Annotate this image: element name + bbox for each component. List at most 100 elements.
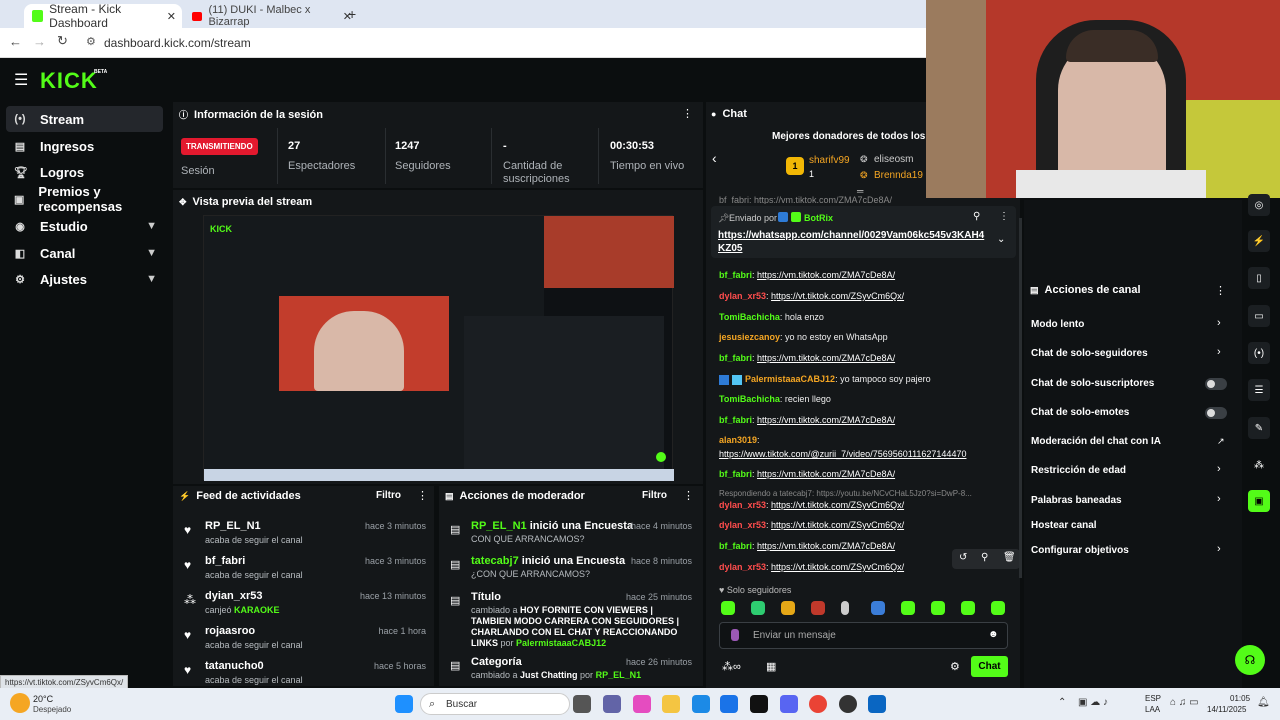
chat-link[interactable]: https://vt.tiktok.com/ZSyvCm6Qx/ [771,520,904,530]
emote-icon[interactable] [841,601,849,615]
donor-name[interactable]: sharifv99 [809,155,850,166]
discord-icon[interactable] [780,695,798,713]
tools-icon[interactable]: ⁂∞ [722,660,741,673]
chat-link[interactable]: https://vt.tiktok.com/ZSyvCm6Qx/ [771,291,904,301]
channel-action-3[interactable]: Chat de solo-emotes [1031,407,1129,418]
tiktok-icon[interactable] [750,695,768,713]
close-tab-icon[interactable]: ✕ [167,10,176,23]
obs-icon[interactable] [839,695,857,713]
chrome-icon[interactable] [809,695,827,713]
more-icon[interactable]: ⋮ [999,211,1009,222]
rail-page-icon[interactable]: ▯ [1248,267,1270,289]
chat-username[interactable]: bf_fabri [719,415,752,425]
chat-username[interactable]: TomiBachicha [719,394,780,404]
emote-icon[interactable] [991,601,1005,615]
toggle-switch[interactable] [1205,378,1227,390]
reply-icon[interactable]: ↺ [959,552,967,563]
channel-action-0[interactable]: Modo lento [1031,319,1084,330]
taskbar-search[interactable]: ⌕ Buscar [420,693,570,715]
activity-name[interactable]: rojaasroo [205,625,255,637]
chat-username[interactable]: TomiBachicha [719,312,780,322]
pin-icon[interactable]: ⚲ [973,211,980,222]
chat-username[interactable]: dylan_xr53 [719,291,766,301]
activity-name[interactable]: tatanucho0 [205,660,264,672]
mod-detail-by-user[interactable]: RP_EL_N1 [596,670,642,680]
sidebar-item-ajustes[interactable]: ⚙ Ajustes ▼ [6,266,163,292]
chat-username[interactable]: jesusiezcanoy [719,332,780,342]
chevron-right-icon[interactable]: › [1217,346,1221,358]
chat-scrollbar[interactable] [1019,218,1022,578]
sidebar-item-canal[interactable]: ◧ Canal ▼ [6,240,163,266]
forward-icon[interactable]: → [33,34,46,49]
url-field[interactable]: dashboard.kick.com/stream [104,36,251,50]
modactions-filter-button[interactable]: Filtro [642,490,667,501]
chevron-left-icon[interactable]: ‹ [712,150,717,166]
channel-action-4[interactable]: Moderación del chat con IA [1031,436,1161,447]
taskview-icon[interactable] [573,695,591,713]
pinned-link-line2[interactable]: KZ05 [718,243,742,254]
network-icon[interactable]: ⌂ ♫ ▭ [1170,697,1199,708]
more-icon[interactable]: ⋮ [683,489,694,502]
chat-link[interactable]: https://vm.tiktok.com/ZMA7cDe8A/ [757,541,895,551]
chat-username[interactable]: bf_fabri [719,353,752,363]
tray-chevron-icon[interactable]: ⌃ [1058,697,1066,708]
chat-link[interactable]: https://vt.tiktok.com/ZSyvCm6Qx/ [771,562,904,572]
emote-icon[interactable] [931,601,945,615]
chat-username[interactable]: PalermistaaaCABJ12 [745,374,835,384]
lang-code[interactable]: ESP [1145,694,1161,703]
app-icon[interactable] [868,695,886,713]
chat-link[interactable]: https://vt.tiktok.com/ZSyvCm6Qx/ [771,500,904,510]
mod-action-user[interactable]: Categoría [471,656,522,668]
pinned-user[interactable]: BotRix [804,213,833,223]
tray-icons[interactable]: ▣ ☁ ♪ [1078,697,1108,708]
activity-name[interactable]: dyian_xr53 [205,590,262,602]
mic-icon[interactable] [731,629,739,641]
activity-name[interactable]: RP_EL_N1 [205,520,261,532]
rail-wrench-icon[interactable]: ✎ [1248,417,1270,439]
notification-icon[interactable]: 🔔︎ [1257,697,1270,708]
more-icon[interactable]: ⋮ [682,107,693,120]
channel-action-1[interactable]: Chat de solo-seguidores [1031,348,1148,359]
sidebar-item-logros[interactable]: 🏆︎ Logros [6,159,163,185]
mod-detail-by-user[interactable]: PalermistaaaCABJ12 [516,638,606,648]
rail-shop-icon[interactable]: ▣ [1248,490,1270,512]
new-tab-icon[interactable]: + [348,6,356,22]
emote-icon[interactable] [781,601,795,615]
emote-icon[interactable] [751,601,765,615]
pinned-link-line1[interactable]: https://whatsapp.com/channel/0029Vam06kc… [718,230,984,241]
rail-live-icon[interactable]: (•) [1248,342,1270,364]
store-icon[interactable]: ▦ [766,660,776,673]
chat-link[interactable]: https://vm.tiktok.com/ZMA7cDe8A/ [757,415,895,425]
donor-name[interactable]: eliseosm [874,154,913,165]
sidebar-item-stream[interactable]: (•) Stream [6,106,163,132]
pin-icon[interactable]: ⚲ [981,552,988,563]
rail-bolt-icon[interactable]: ⚡ [1248,230,1270,252]
menu-icon[interactable]: ☰ [14,70,28,90]
send-chat-button[interactable]: Chat [971,656,1008,677]
chat-input[interactable]: Enviar un mensaje ☻ [719,622,1008,649]
channel-action-6[interactable]: Palabras baneadas [1031,495,1122,506]
more-icon[interactable]: ⋮ [1215,284,1226,297]
copilot-icon[interactable] [633,695,651,713]
clock-time[interactable]: 01:05 [1230,694,1250,703]
donor-name[interactable]: Brennda19 [874,170,923,181]
chat-username[interactable]: dylan_xr53 [719,500,766,510]
stream-preview-video[interactable]: KICK [203,215,674,481]
chat-username[interactable]: alan3019 [719,435,757,445]
reload-icon[interactable]: ↻ [57,33,68,49]
sidebar-item-ingresos[interactable]: ▤ Ingresos [6,133,163,159]
edge-icon[interactable] [692,695,710,713]
chat-settings-icon[interactable]: ⚙ [950,660,960,673]
rail-dots-icon[interactable]: ⁂ [1248,454,1270,476]
emote-icon[interactable] [961,601,975,615]
sidebar-item-estudio[interactable]: ◉ Estudio ▼ [6,213,163,239]
mod-action-user[interactable]: RP_EL_N1 [471,520,527,532]
chat-username[interactable]: dylan_xr53 [719,562,766,572]
external-link-icon[interactable]: ↗ [1217,436,1225,447]
chat-link[interactable]: https://vm.tiktok.com/ZMA7cDe8A/ [757,469,895,479]
rail-target-icon[interactable]: ◎ [1248,194,1270,216]
toggle-switch[interactable] [1205,407,1227,419]
teams-icon[interactable] [603,695,621,713]
back-icon[interactable]: ← [9,34,22,49]
emote-icon[interactable] [811,601,825,615]
